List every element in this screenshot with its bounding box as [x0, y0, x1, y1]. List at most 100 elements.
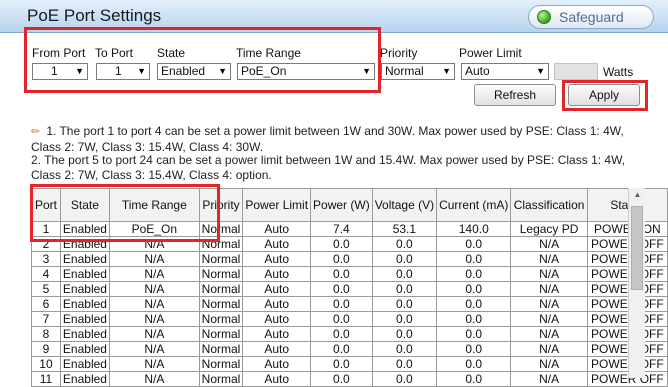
cell-priority: Normal [198, 356, 244, 372]
time-range-value: PoE_On [241, 64, 287, 78]
table-row: 5 Enabled N/A Normal Auto 0.0 0.0 0.0 N/A POWER O… [31, 281, 668, 297]
scroll-up-arrow-icon[interactable]: ▲ [629, 190, 646, 199]
cell-voltage: 0.0 [371, 371, 438, 387]
apply-button[interactable]: Apply [568, 84, 640, 106]
to-port-value: 1 [115, 64, 122, 78]
to-port-select[interactable]: 1 ▼ [96, 63, 150, 80]
cell-priority: Normal [198, 251, 244, 267]
cell-time-range: N/A [108, 326, 200, 342]
power-limit-label: Power Limit [459, 46, 522, 60]
safeguard-label: Safeguard [559, 9, 624, 25]
cell-classification: N/A [510, 296, 588, 312]
from-port-value: 1 [51, 64, 58, 78]
note-2-text: 2. The port 5 to port 24 can be set a po… [31, 153, 626, 182]
table-header-row: Port State Time Range Priority Power Lim… [31, 188, 668, 222]
refresh-button[interactable]: Refresh [474, 84, 556, 106]
cell-time-range: N/A [108, 236, 200, 252]
cell-voltage: 0.0 [371, 281, 438, 297]
priority-select[interactable]: Normal ▼ [381, 63, 455, 80]
cell-port: 1 [31, 221, 61, 237]
col-state: State [59, 188, 110, 222]
cell-current: 0.0 [436, 296, 512, 312]
cell-power-limit: Auto [242, 221, 312, 237]
cell-state: Enabled [59, 236, 110, 252]
chevron-down-icon: ▼ [536, 66, 545, 76]
cell-priority: Normal [198, 311, 244, 327]
cell-port: 5 [31, 281, 61, 297]
cell-current: 0.0 [436, 311, 512, 327]
cell-current: 140.0 [436, 221, 512, 237]
cell-port: 9 [31, 341, 61, 357]
table-row: 1 Enabled PoE_On Normal Auto 7.4 53.1 140.0 Lega… [31, 221, 668, 237]
cell-current: 0.0 [436, 251, 512, 267]
cell-classification: N/A [510, 236, 588, 252]
poe-port-table: Port State Time Range Priority Power Lim… [31, 188, 668, 387]
col-power: Power (W) [310, 188, 373, 222]
cell-current: 0.0 [436, 341, 512, 357]
power-limit-watts-input[interactable] [554, 63, 598, 80]
cell-current: 0.0 [436, 356, 512, 372]
cell-priority: Normal [198, 281, 244, 297]
priority-label: Priority [380, 46, 418, 60]
cell-priority: Normal [198, 236, 244, 252]
table-scrollbar[interactable]: ▲ [628, 188, 645, 378]
cell-time-range: N/A [108, 296, 200, 312]
cell-priority: Normal [198, 341, 244, 357]
safeguard-indicator[interactable]: Safeguard [528, 5, 654, 29]
scrollbar-thumb[interactable] [631, 206, 643, 290]
state-select[interactable]: Enabled ▼ [157, 63, 231, 80]
cell-time-range: N/A [108, 311, 200, 327]
table-row: 8 Enabled N/A Normal Auto 0.0 0.0 0.0 N/A POWER O… [31, 326, 668, 342]
cell-port: 11 [31, 371, 61, 387]
cell-state: Enabled [59, 266, 110, 282]
col-power-limit: Power Limit [242, 188, 312, 222]
cell-voltage: 0.0 [371, 341, 438, 357]
time-range-select[interactable]: PoE_On ▼ [237, 63, 375, 80]
cell-voltage: 0.0 [371, 311, 438, 327]
table-row: 2 Enabled N/A Normal Auto 0.0 0.0 0.0 N/A POWER O… [31, 236, 668, 252]
cell-time-range: N/A [108, 266, 200, 282]
note-1-text: 1. The port 1 to port 4 can be set a pow… [31, 124, 624, 154]
from-port-label: From Port [32, 46, 86, 60]
chevron-down-icon: ▼ [362, 66, 371, 76]
cell-classification: N/A [510, 311, 588, 327]
pencil-icon: ✏ [31, 126, 41, 138]
col-time-range: Time Range [108, 188, 200, 222]
table-row: 6 Enabled N/A Normal Auto 0.0 0.0 0.0 N/A POWER O… [31, 296, 668, 312]
cell-voltage: 0.0 [371, 251, 438, 267]
cell-classification: N/A [510, 341, 588, 357]
table-row: 7 Enabled N/A Normal Auto 0.0 0.0 0.0 N/A POWER O… [31, 311, 668, 327]
cell-current: 0.0 [436, 371, 512, 387]
cell-state: Enabled [59, 311, 110, 327]
cell-voltage: 0.0 [371, 236, 438, 252]
cell-classification: N/A [510, 356, 588, 372]
cell-current: 0.0 [436, 326, 512, 342]
cell-state: Enabled [59, 341, 110, 357]
power-limit-value: Auto [465, 64, 490, 78]
cell-state: Enabled [59, 371, 110, 387]
cell-classification: N/A [510, 326, 588, 342]
cell-power-limit: Auto [242, 311, 312, 327]
to-port-label: To Port [95, 46, 134, 60]
cell-state: Enabled [59, 281, 110, 297]
highlight-box-form [24, 27, 381, 93]
col-port: Port [31, 188, 61, 222]
from-port-select[interactable]: 1 ▼ [32, 63, 88, 80]
power-limit-select[interactable]: Auto ▼ [461, 63, 549, 80]
cell-power: 0.0 [310, 251, 373, 267]
cell-time-range: N/A [108, 281, 200, 297]
cell-voltage: 0.0 [371, 266, 438, 282]
cell-power: 0.0 [310, 311, 373, 327]
chevron-down-icon: ▼ [75, 66, 84, 76]
chevron-down-icon: ▼ [442, 66, 451, 76]
cell-time-range: N/A [108, 356, 200, 372]
cell-voltage: 0.0 [371, 356, 438, 372]
page-title: PoE Port Settings [27, 6, 162, 25]
cell-power: 0.0 [310, 326, 373, 342]
cell-power-limit: Auto [242, 236, 312, 252]
cell-classification: N/A [510, 251, 588, 267]
cell-time-range: N/A [108, 371, 200, 387]
cell-voltage: 53.1 [371, 221, 438, 237]
cell-state: Enabled [59, 251, 110, 267]
cell-power: 0.0 [310, 296, 373, 312]
